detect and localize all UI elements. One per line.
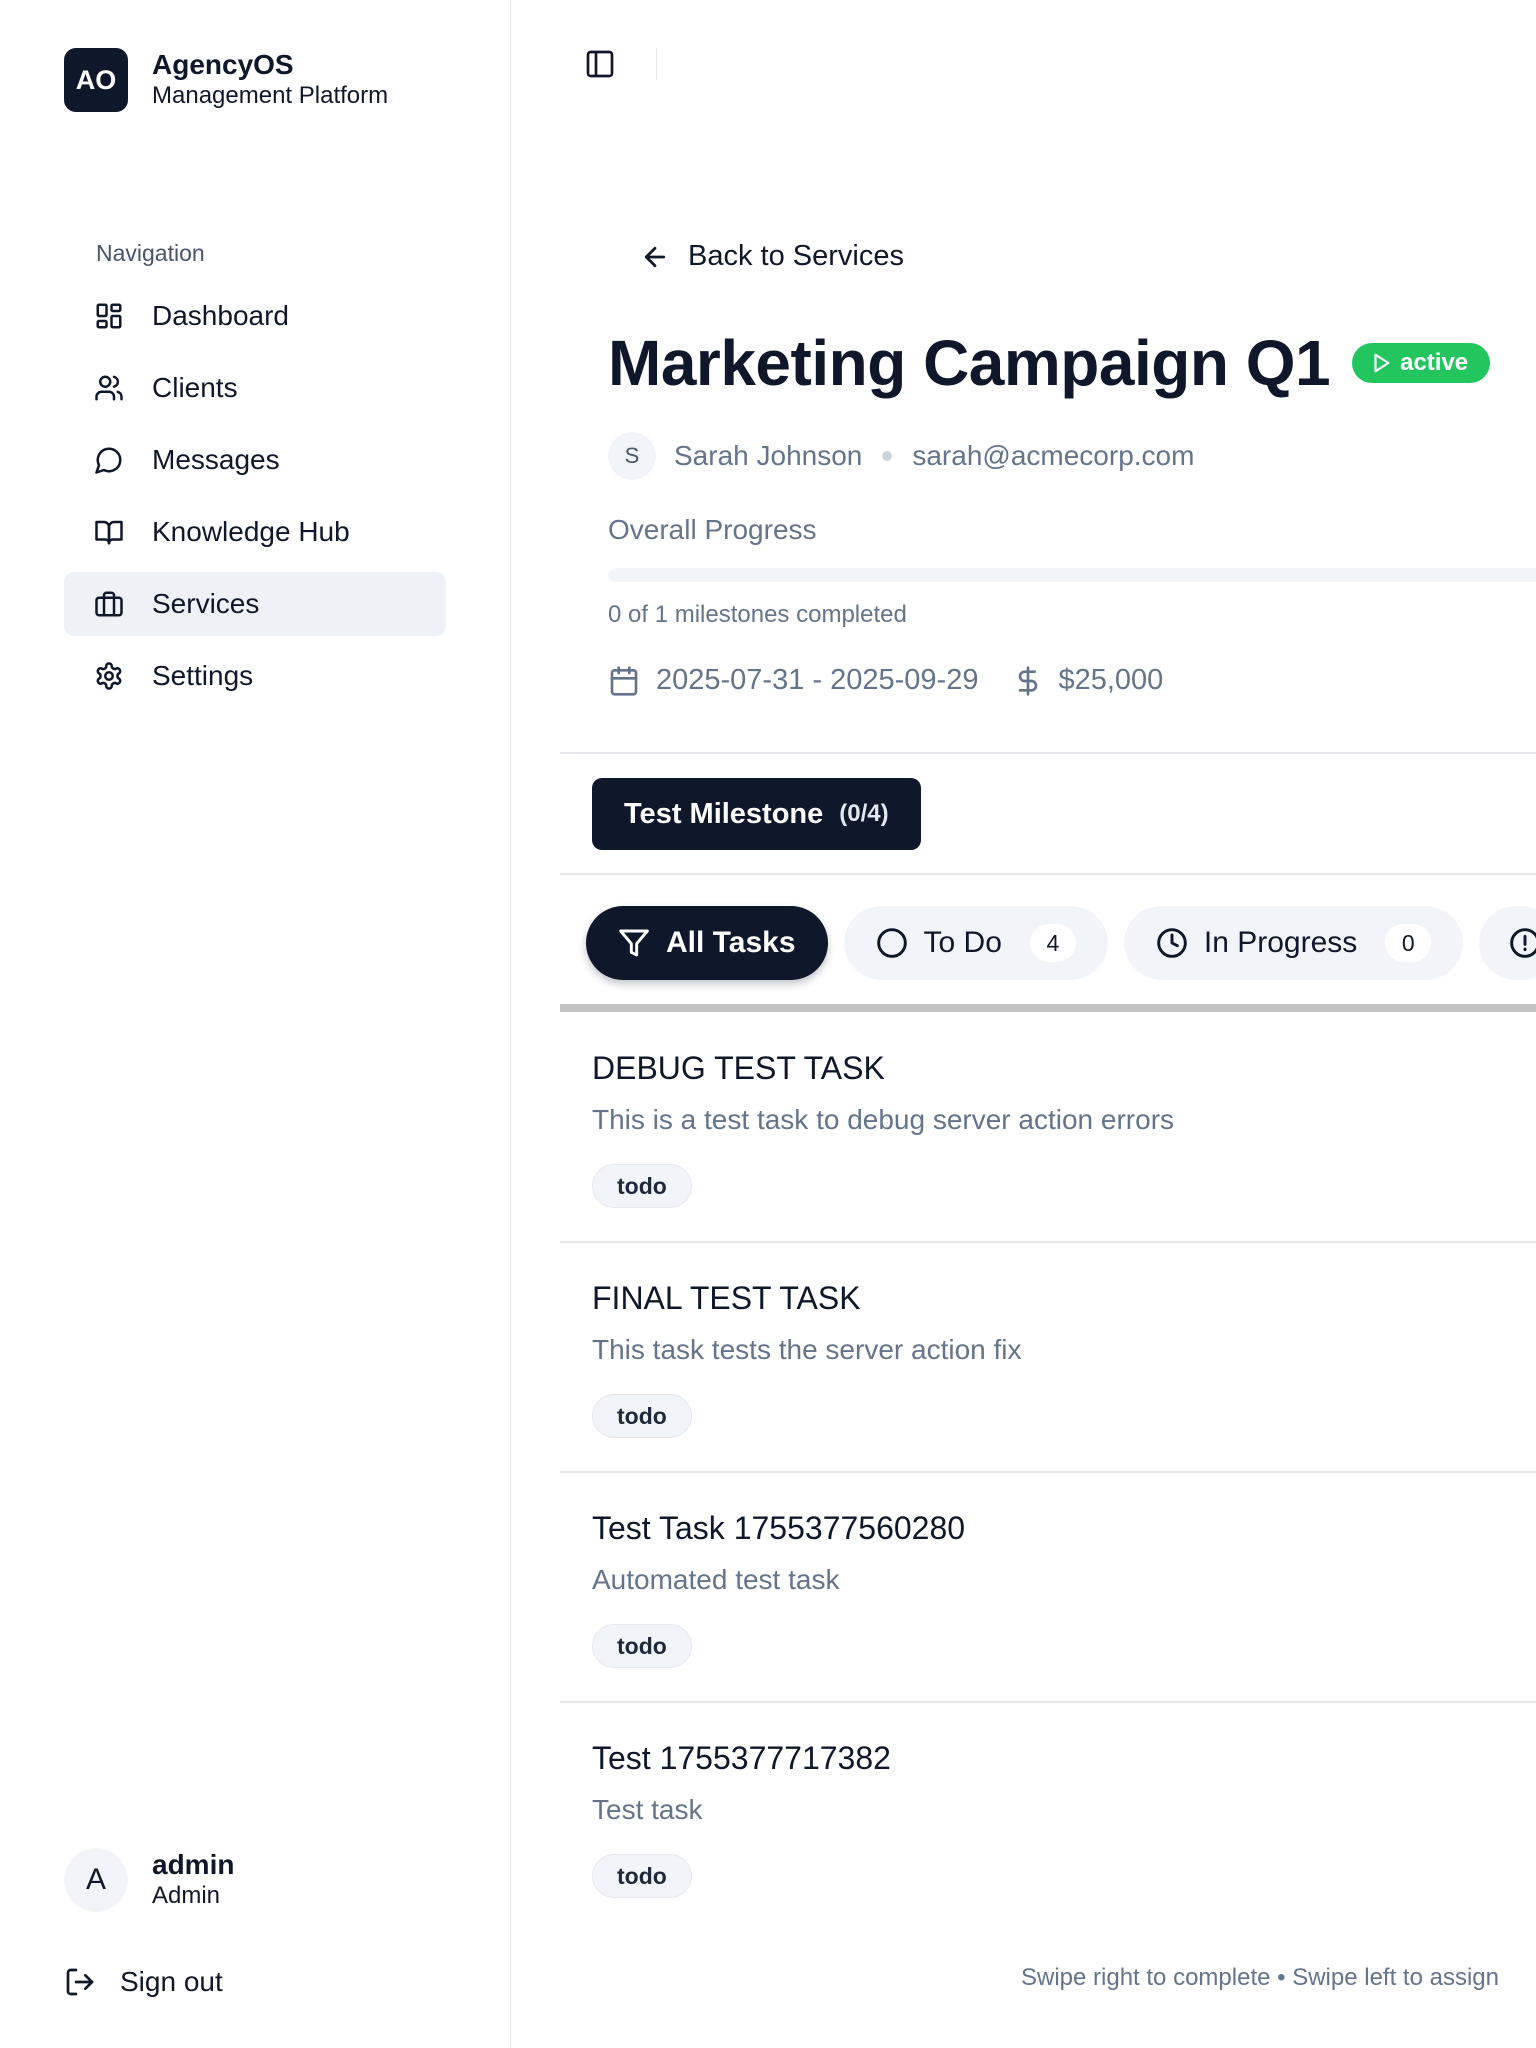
task-description: This is a test task to debug server acti… [592,1104,1175,1135]
task-title: DEBUG TEST TASK [592,1050,885,1086]
gear-icon [96,662,122,690]
user-profile[interactable]: A admin Admin [64,1848,234,1912]
task-title: Test Task 1755377560280 [592,1510,966,1546]
service-meta: 2025-07-31 - 2025-09-29 $25,000 [608,664,1163,697]
filter-label: All Tasks [666,926,796,959]
sidebar-nav: Dashboard Clients Messages Knowledge Hub… [64,284,446,716]
title-row: Marketing Campaign Q1 active [608,326,1491,400]
back-label: Back to Services [688,240,904,272]
filter-all-tasks[interactable]: All Tasks [586,906,828,980]
progress-label: Overall Progress [608,514,817,545]
task-status-badge: todo [592,1394,692,1438]
nav-heading: Navigation [96,240,205,266]
sidebar-toggle-button[interactable] [584,48,616,80]
filter-icon [619,929,649,957]
milestone-count: (0/4) [839,800,889,827]
filter-in-progress[interactable]: In Progress 0 [1123,906,1464,980]
milestone-name: Test Milestone [624,797,824,830]
back-to-services-link[interactable]: Back to Services [640,240,904,273]
sidebar-item-dashboard[interactable]: Dashboard [64,284,446,348]
panel-left-icon [586,50,614,78]
progress-bar [608,568,1536,582]
page-title: Marketing Campaign Q1 [608,327,1331,399]
sidebar-item-label: Messages [152,444,280,475]
milestone-tab[interactable]: Test Milestone (0/4) [592,778,921,850]
topbar-divider [656,48,657,80]
log-out-icon [66,1968,94,1996]
sidebar-item-settings[interactable]: Settings [64,644,446,708]
task-description: Test task [592,1794,703,1825]
budget: $25,000 [1058,664,1164,696]
filter-label: In Progress [1203,926,1358,959]
status-badge: active [1352,343,1491,383]
circle-icon [876,928,907,958]
divider [560,1701,1536,1703]
task-status-badge: todo [592,1624,692,1668]
task-description: This task tests the server action fix [592,1334,1022,1365]
contact-avatar: S [608,432,656,480]
task-status-badge: todo [592,1164,692,1208]
divider [560,1471,1536,1473]
task-description: Automated test task [592,1564,840,1595]
sidebar-item-label: Dashboard [152,300,289,331]
alert-circle-icon [1510,928,1536,958]
users-icon [95,375,123,401]
status-badge-label: active [1400,349,1469,376]
dashboard-icon [96,303,122,329]
sidebar-item-clients[interactable]: Clients [64,356,446,420]
sidebar-item-label: Settings [152,660,254,691]
book-icon [95,520,123,545]
sidebar-item-messages[interactable]: Messages [64,428,446,492]
avatar: A [64,1848,128,1912]
sign-out-button[interactable]: Sign out [64,1966,223,1998]
horizontal-scrollbar[interactable] [560,1004,1536,1012]
sidebar-item-knowledge-hub[interactable]: Knowledge Hub [64,500,446,564]
divider [560,752,1536,754]
contact-email: sarah@acmecorp.com [912,440,1195,471]
task-status-badge: todo [592,1854,692,1898]
brand-name: AgencyOS [152,49,294,80]
task-title: FINAL TEST TASK [592,1280,861,1316]
brand[interactable]: AO AgencyOS Management Platform [64,48,388,112]
divider [560,873,1536,875]
date-range: 2025-07-31 - 2025-09-29 [656,664,979,696]
client-contact: S Sarah Johnson sarah@acmecorp.com [608,432,1194,480]
brand-logo: AO [64,48,128,112]
filter-label: To Do [923,926,1002,959]
filter-count: 4 [1029,924,1076,962]
user-role: Admin [152,1882,221,1909]
milestones-count: 0 of 1 milestones completed [608,601,907,628]
sidebar-item-label: Knowledge Hub [152,516,350,547]
calendar-icon [610,665,638,696]
clock-icon [1157,928,1187,958]
swipe-hint: Swipe right to complete • Swipe left to … [1021,1964,1499,1991]
user-name: admin [152,1849,235,1880]
play-icon [1374,353,1390,373]
divider [560,1241,1536,1243]
sidebar-item-services[interactable]: Services [64,572,446,636]
briefcase-icon [95,591,123,617]
message-icon [95,447,122,474]
contact-name: Sarah Johnson [674,440,863,471]
brand-subtitle: Management Platform [152,82,389,109]
sidebar-item-label: Services [152,588,260,619]
filter-blocked[interactable] [1479,906,1536,980]
separator-dot [882,451,893,461]
dollar-icon [1019,665,1038,696]
arrow-left-icon [644,246,666,267]
task-title: Test 1755377717382 [592,1740,891,1776]
filter-to-do[interactable]: To Do 4 [843,906,1108,980]
sidebar-item-label: Clients [152,372,238,403]
filter-count: 0 [1385,924,1432,962]
sidebar: AO AgencyOS Management Platform Navigati… [0,0,511,2048]
sign-out-label: Sign out [120,1966,223,1997]
task-filters: All Tasks To Do 4 In Progress 0 [586,906,1536,980]
